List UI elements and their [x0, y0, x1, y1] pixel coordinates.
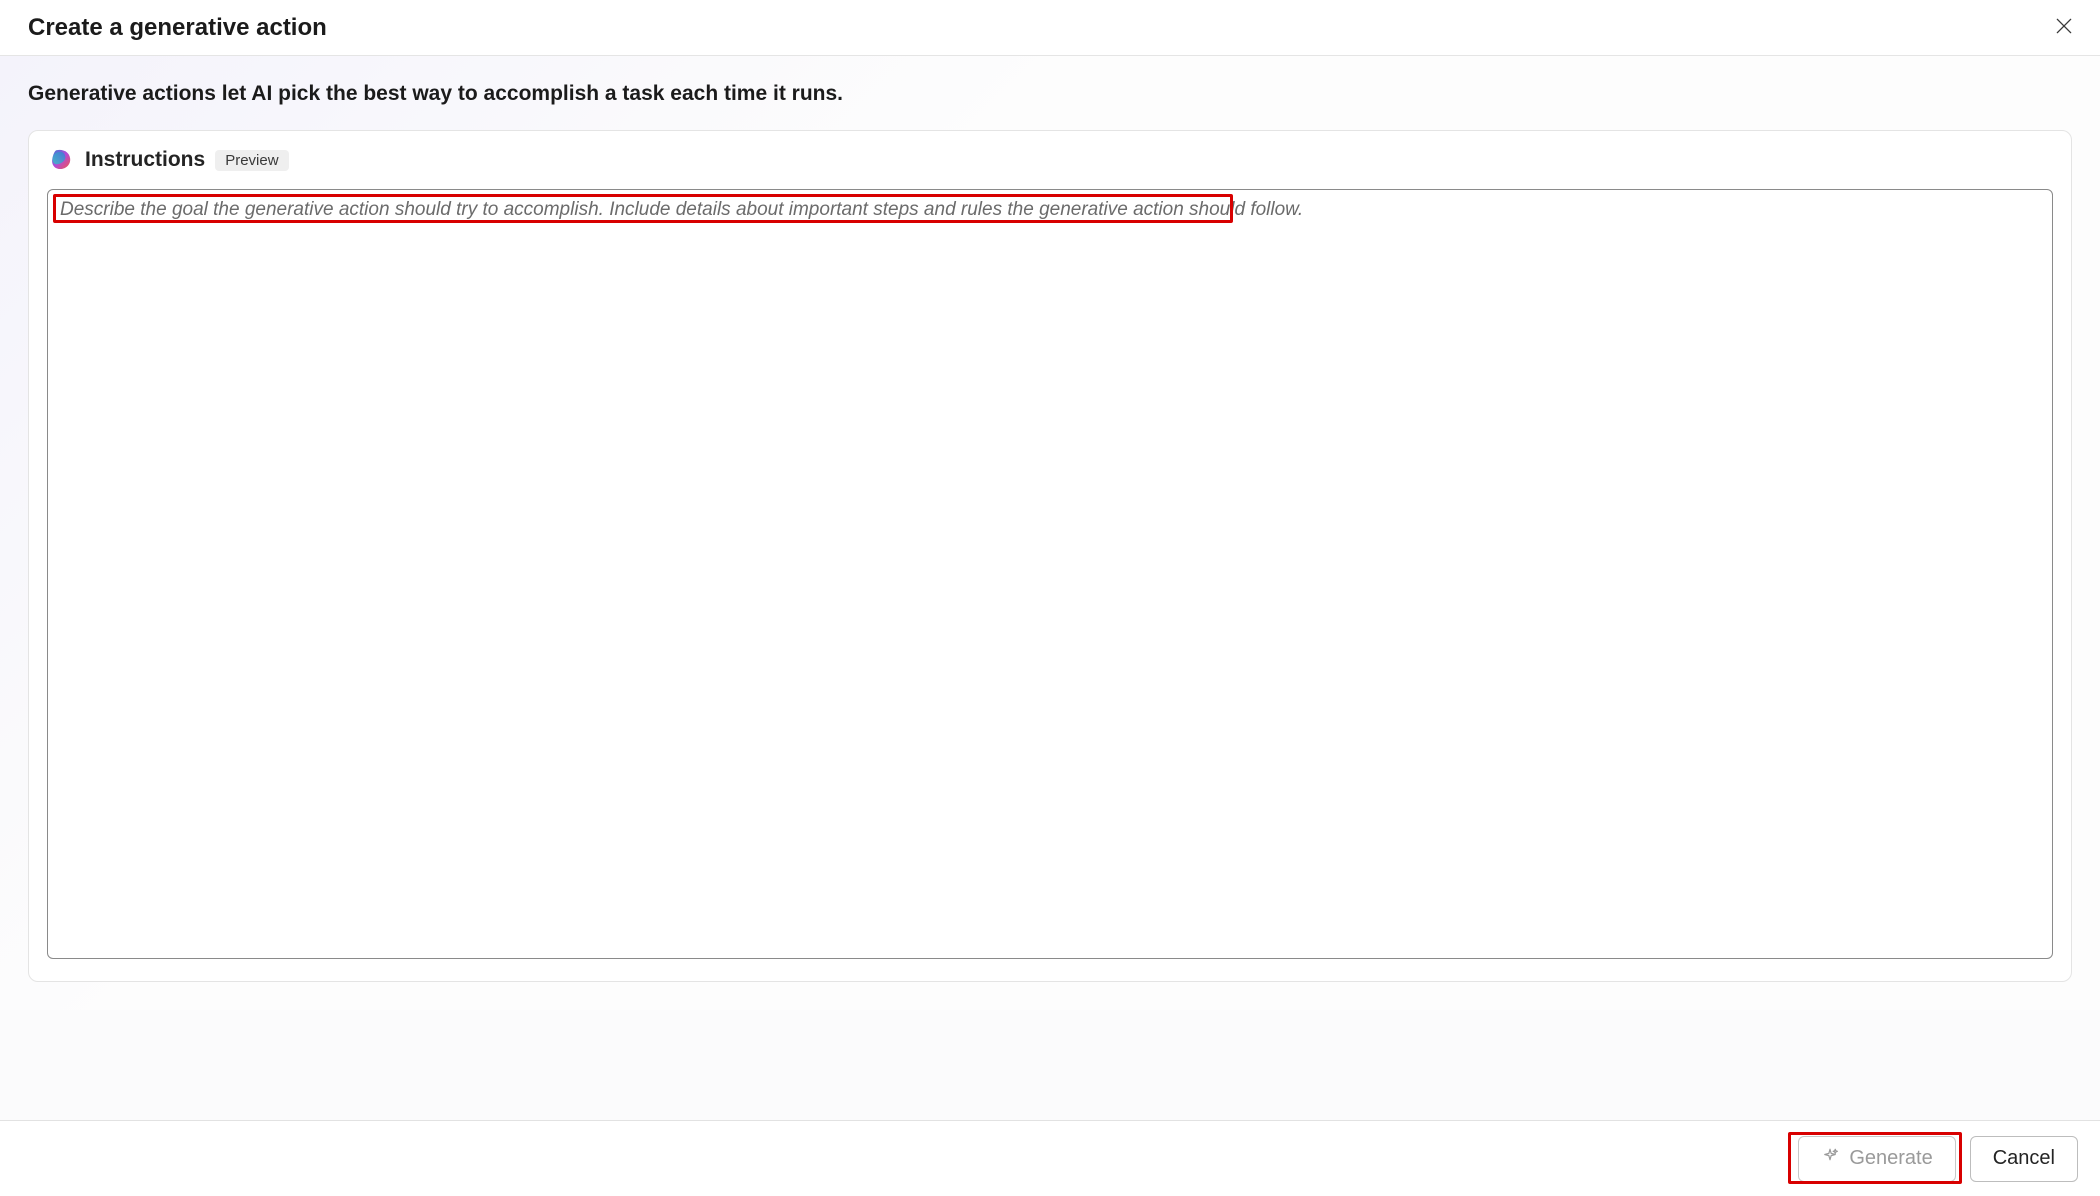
copilot-icon — [49, 147, 75, 173]
preview-badge: Preview — [215, 150, 288, 171]
instructions-textarea[interactable] — [58, 195, 2042, 953]
instructions-label: Instructions — [85, 148, 205, 172]
instructions-header: Instructions Preview — [49, 147, 2053, 173]
instructions-textarea-wrap — [47, 189, 2053, 959]
generate-button-label: Generate — [1849, 1147, 1932, 1170]
generate-button[interactable]: Generate — [1798, 1136, 1955, 1182]
close-icon — [2054, 16, 2074, 39]
close-button[interactable] — [2040, 4, 2088, 52]
dialog-action-bar: Generate Cancel — [0, 1120, 2100, 1196]
dialog-title: Create a generative action — [28, 14, 327, 42]
cancel-button-label: Cancel — [1993, 1147, 2055, 1170]
content-area: Generative actions let AI pick the best … — [0, 56, 2100, 1010]
dialog-titlebar: Create a generative action — [0, 0, 2100, 56]
cancel-button[interactable]: Cancel — [1970, 1136, 2078, 1182]
dialog-lead: Generative actions let AI pick the best … — [28, 82, 2072, 106]
instructions-card: Instructions Preview — [28, 130, 2072, 982]
sparkle-icon — [1821, 1147, 1839, 1171]
